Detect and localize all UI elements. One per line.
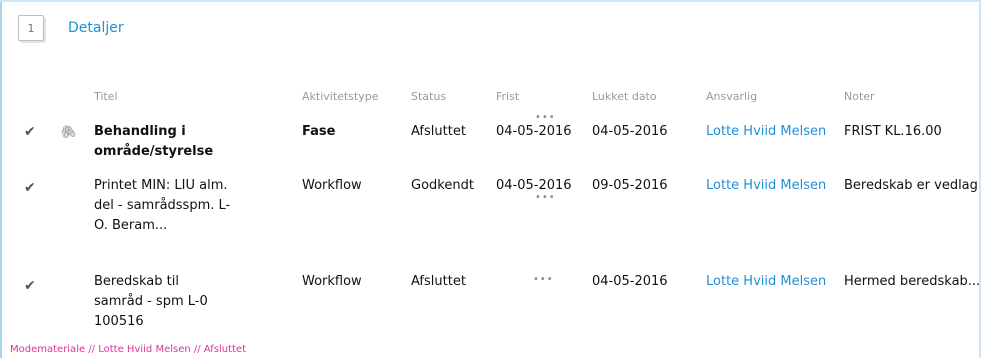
- column-header-status[interactable]: Status: [411, 90, 446, 103]
- row-closed-date: 04-05-2016: [592, 274, 668, 289]
- row-title[interactable]: Behandling i område/styrelse: [94, 122, 284, 162]
- row-title[interactable]: Printet MIN: LIU alm. del - samrådsspm. …: [94, 176, 244, 236]
- row-deadline: 04-05-2016: [496, 124, 572, 139]
- row-title[interactable]: Beredskab til samråd - spm L-0 100516: [94, 272, 224, 332]
- row-notes: Beredskab er vedlag: [844, 178, 978, 193]
- column-header-responsible[interactable]: Ansvarlig: [706, 90, 757, 103]
- section-title[interactable]: Detaljer: [68, 20, 124, 36]
- row-responsible-link[interactable]: Lotte Hviid Melsen: [706, 122, 826, 142]
- row-notes: Hermed beredskab...: [844, 274, 979, 289]
- row-responsible-link[interactable]: Lotte Hviid Melsen: [706, 176, 826, 196]
- more-options-icon[interactable]: •••: [535, 192, 556, 203]
- section-number: 1: [27, 21, 35, 35]
- row-deadline: 04-05-2016: [496, 178, 572, 193]
- checkmark-icon: ✔: [24, 278, 36, 294]
- row-activity-type: Workflow: [302, 274, 362, 289]
- checkmark-icon: ✔: [24, 124, 36, 140]
- row-responsible-link[interactable]: Lotte Hviid Melsen: [706, 272, 826, 292]
- row-status: Afsluttet: [411, 274, 466, 289]
- row-status: Afsluttet: [411, 124, 466, 139]
- column-header-deadline[interactable]: Frist: [496, 90, 519, 103]
- row-closed-date: 09-05-2016: [592, 178, 668, 193]
- breadcrumb-footer: Modemateriale // Lotte Hviid Melsen // A…: [10, 344, 247, 355]
- row-status: Godkendt: [411, 178, 474, 193]
- checkmark-icon: ✔: [24, 180, 36, 196]
- more-options-icon[interactable]: •••: [533, 274, 554, 285]
- section-number-badge: 1: [18, 15, 44, 41]
- section-header: 1 Detaljer: [18, 12, 124, 44]
- row-closed-date: 04-05-2016: [592, 124, 668, 139]
- row-activity-type: Fase: [302, 124, 336, 139]
- column-header-activity-type[interactable]: Aktivitetstype: [302, 90, 379, 103]
- column-header-title[interactable]: Titel: [94, 90, 118, 103]
- frame-left-border: [0, 0, 2, 358]
- column-header-notes[interactable]: Noter: [844, 90, 875, 103]
- column-header-closed-date[interactable]: Lukket dato: [592, 90, 657, 103]
- frame-top-border: [0, 0, 981, 2]
- row-notes: FRIST KL.16.00: [844, 124, 942, 139]
- attachment-paperclip-icon[interactable]: 🖇: [58, 123, 79, 143]
- row-activity-type: Workflow: [302, 178, 362, 193]
